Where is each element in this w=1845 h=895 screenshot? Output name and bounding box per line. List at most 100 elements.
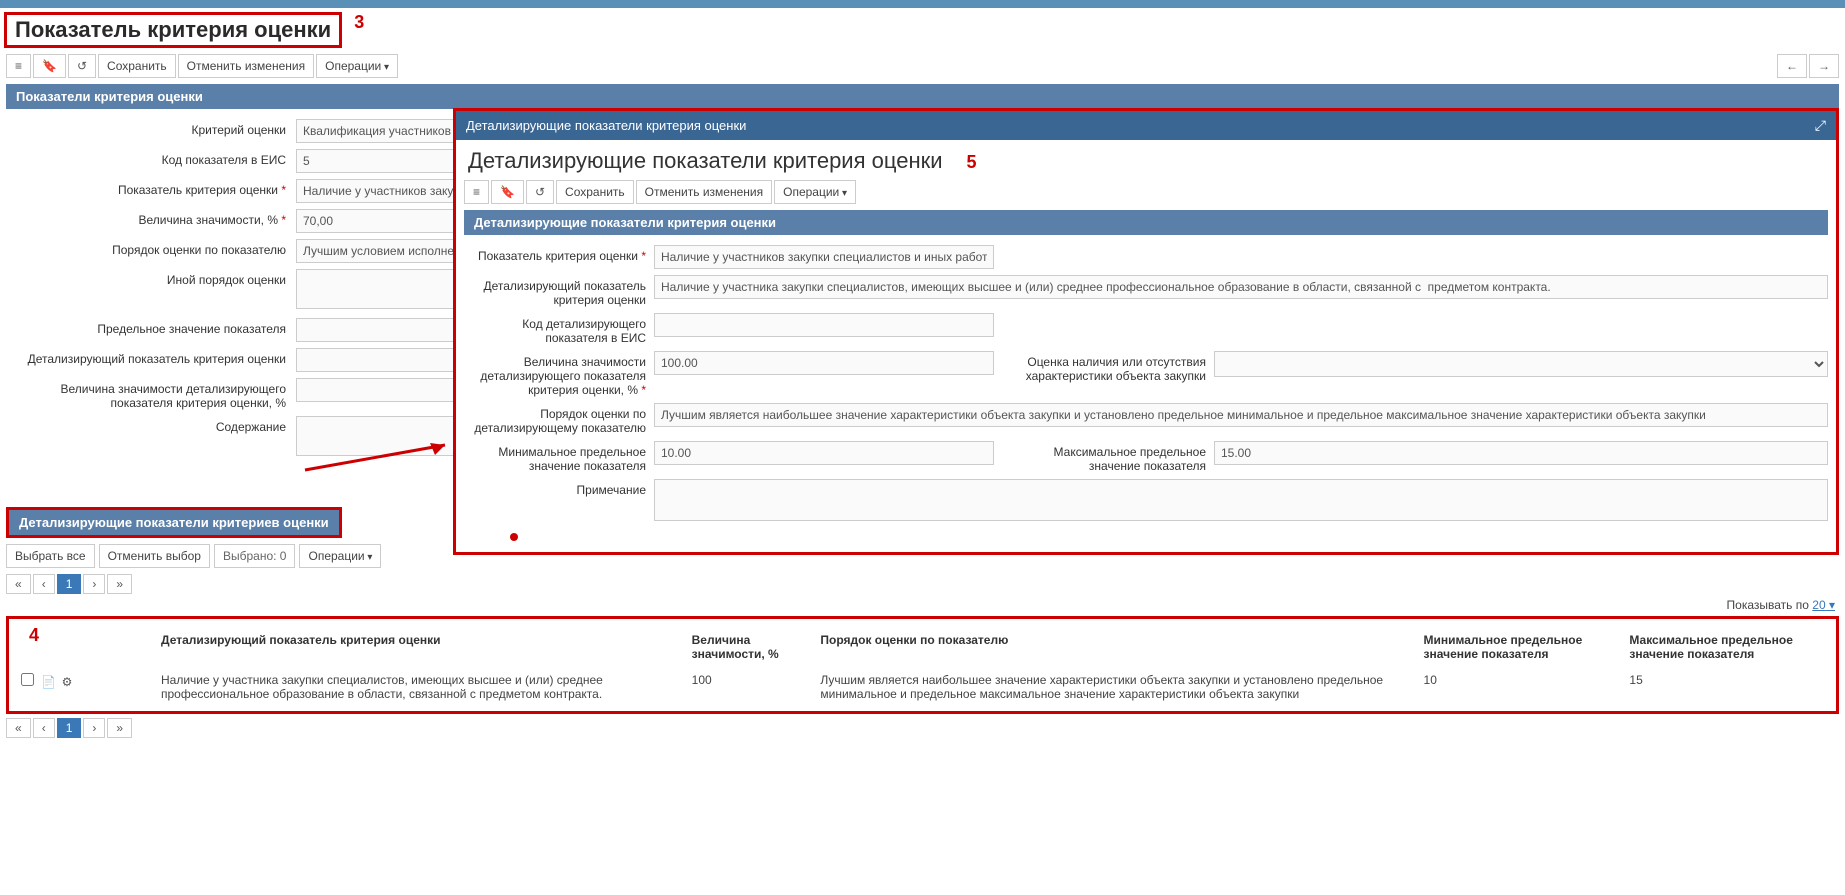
pager-next[interactable]: › [83,574,105,594]
significance-input[interactable] [296,209,466,233]
save-button[interactable]: Сохранить [98,54,176,78]
menu-icon[interactable]: ≡ [6,54,31,78]
significance-label: Величина значимости, % * [6,209,296,227]
order-label: Порядок оценки по показателю [6,239,296,257]
m-max-input[interactable] [1214,441,1828,465]
pager-top: « ‹ 1 › » [6,574,1839,594]
cell-detail: Наличие у участника закупки специалистов… [153,667,684,707]
pager-bottom: « ‹ 1 › » [6,718,1839,738]
other-order-label: Иной порядок оценки [6,269,296,287]
modal-history-icon[interactable]: ↺ [526,180,554,204]
section2-header: Детализирующие показатели критериев оцен… [6,507,342,538]
pager-first[interactable]: « [6,574,31,594]
code-label: Код показателя в ЕИС [6,149,296,167]
limit-label: Предельное значение показателя [6,318,296,336]
operations-dropdown[interactable]: Операции [316,54,398,78]
show-by-link[interactable]: 20 ▾ [1812,598,1835,612]
limit-input[interactable] [296,318,466,342]
m-sig-label: Величина значимости детализирующего пока… [464,351,654,397]
table-container: 4 Детализирующий показатель критерия оце… [6,616,1839,714]
detail-label: Детализирующий показатель критерия оценк… [6,348,296,366]
pager-last[interactable]: » [107,574,132,594]
col-detail: Детализирующий показатель критерия оценк… [153,627,684,667]
details-table: Детализирующий показатель критерия оценк… [13,627,1832,707]
code-input[interactable] [296,149,466,173]
col-significance: Величина значимости, % [684,627,813,667]
modal-section-header: Детализирующие показатели критерия оценк… [464,210,1828,235]
page-title-box: Показатель критерия оценки [4,12,342,48]
criterion-label: Критерий оценки [6,119,296,137]
gear-icon[interactable]: ⚙ [62,675,73,689]
m-code-label: Код детализирующего показателя в ЕИС [464,313,654,345]
page-title: Показатель критерия оценки [15,17,331,43]
m-note-input[interactable] [654,479,1828,521]
row-checkbox[interactable] [21,673,34,686]
m-order-input[interactable] [654,403,1828,427]
table-row[interactable]: 📄 ⚙ Наличие у участника закупки специали… [13,667,1832,707]
tag-icon[interactable]: 🔖 [33,54,66,78]
content-label: Содержание [6,416,296,434]
m-detail-label: Детализирующий показатель критерия оценк… [464,275,654,307]
select-all-button[interactable]: Выбрать все [6,544,95,568]
red-dot-icon [510,533,518,541]
detail-sig-input[interactable] [296,378,466,402]
detail-sig-label: Величина значимости детализирующего пока… [6,378,296,410]
m-indicator-label: Показатель критерия оценки * [464,245,654,263]
detail-input[interactable] [296,348,466,372]
nav-prev-button[interactable]: ← [1777,54,1807,78]
pager-prev-b[interactable]: ‹ [33,718,55,738]
col-order: Порядок оценки по показателю [812,627,1415,667]
m-indicator-input[interactable] [654,245,994,269]
m-min-input[interactable] [654,441,994,465]
m-detail-input[interactable] [654,275,1828,299]
m-max-label: Максимальное предельное значение показат… [1024,441,1214,473]
selection-count: Выбрано: 0 [214,544,296,568]
cell-order: Лучшим является наибольшее значение хара… [812,667,1415,707]
detail-modal: Детализирующие показатели критерия оценк… [453,108,1839,555]
indicator-label: Показатель критерия оценки * [6,179,296,197]
modal-header-title: Детализирующие показатели критерия оценк… [466,118,746,133]
pager-first-b[interactable]: « [6,718,31,738]
m-eval-select[interactable] [1214,351,1828,377]
m-note-label: Примечание [464,479,654,497]
pager-page-1-b[interactable]: 1 [57,718,82,738]
section1-header: Показатели критерия оценки [6,84,1839,109]
order-input[interactable] [296,239,466,263]
section2-operations-dropdown[interactable]: Операции [299,544,381,568]
modal-menu-icon[interactable]: ≡ [464,180,489,204]
modal-title: Детализирующие показатели критерия оценк… [456,140,955,178]
m-sig-input[interactable] [654,351,994,375]
modal-operations-dropdown[interactable]: Операции [774,180,856,204]
m-code-input[interactable] [654,313,994,337]
pager-next-b[interactable]: › [83,718,105,738]
m-eval-label: Оценка наличия или отсутствия характерис… [1024,351,1214,383]
cell-min: 10 [1416,667,1622,707]
modal-save-button[interactable]: Сохранить [556,180,634,204]
nav-next-button[interactable]: → [1809,54,1839,78]
clear-selection-button[interactable]: Отменить выбор [99,544,210,568]
col-min: Минимальное предельное значение показате… [1416,627,1622,667]
m-order-label: Порядок оценки по детализирующему показа… [464,403,654,435]
history-icon[interactable]: ↺ [68,54,96,78]
show-by: Показывать по 20 ▾ [0,598,1835,612]
indicator-input[interactable] [296,179,466,203]
modal-header[interactable]: Детализирующие показатели критерия оценк… [456,111,1836,140]
cell-significance: 100 [684,667,813,707]
cell-max: 15 [1621,667,1832,707]
annotation-3: 3 [354,12,364,33]
modal-toolbar: ≡ 🔖 ↺ Сохранить Отменить изменения Опера… [456,178,1836,210]
pager-prev[interactable]: ‹ [33,574,55,594]
modal-form: Показатель критерия оценки * Детализирую… [456,235,1836,552]
annotation-4: 4 [29,625,39,646]
expand-icon[interactable]: ⤢ [1815,117,1826,134]
modal-cancel-button[interactable]: Отменить изменения [636,180,772,204]
modal-tag-icon[interactable]: 🔖 [491,180,524,204]
pager-page-1[interactable]: 1 [57,574,82,594]
col-max: Максимальное предельное значение показат… [1621,627,1832,667]
edit-icon[interactable]: 📄 [41,675,56,689]
m-min-label: Минимальное предельное значение показате… [464,441,654,473]
top-bar [0,0,1845,8]
pager-last-b[interactable]: » [107,718,132,738]
annotation-5: 5 [967,152,977,173]
cancel-button[interactable]: Отменить изменения [178,54,314,78]
